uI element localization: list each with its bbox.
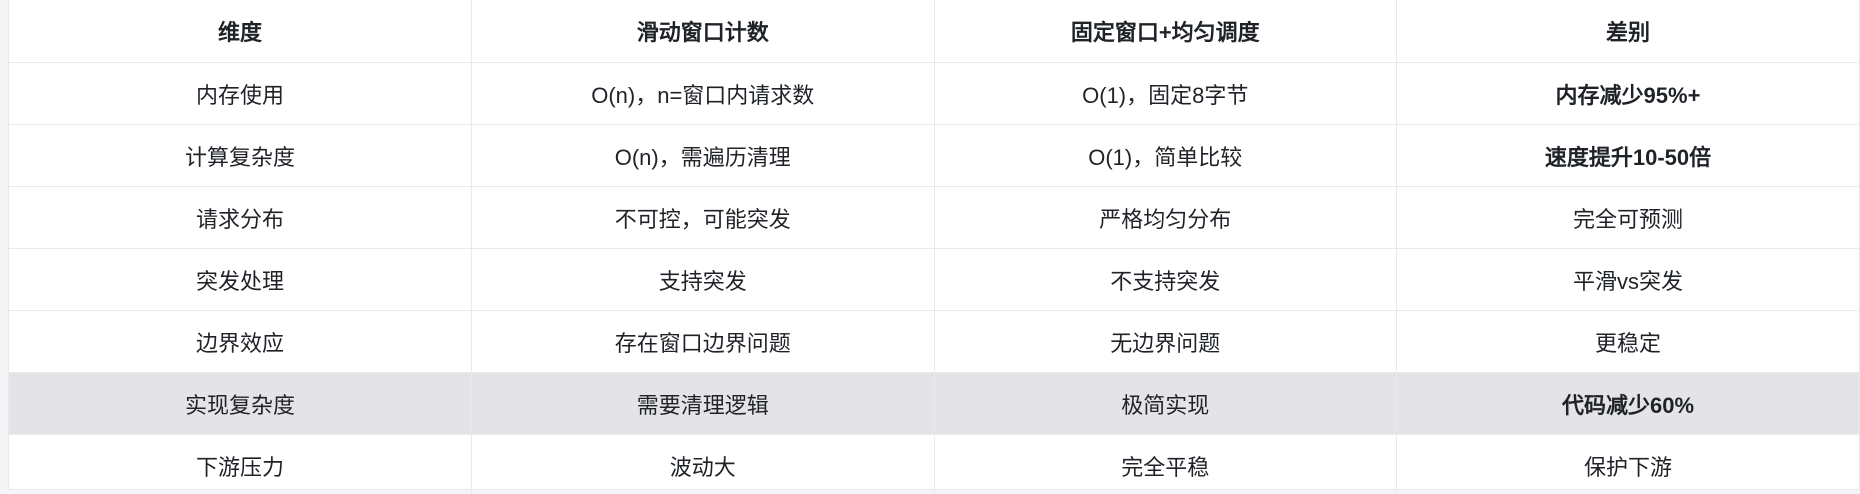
comparison-table: 维度 滑动窗口计数 固定窗口+均匀调度 差别 内存使用 O(n)，n=窗口内请求… (9, 0, 1859, 494)
cell-dimension: 请求分布 (9, 186, 472, 249)
cell-fixed-window: 完全平稳 (934, 434, 1397, 494)
cell-difference: 更稳定 (1396, 310, 1859, 373)
cell-difference: 保护下游 (1583, 454, 1672, 480)
cell-difference: 完全可预测 (1396, 186, 1859, 249)
cell-fixed-window: O(1)，固定8字节 (934, 62, 1397, 125)
cell-sliding-window: 需要清理逻辑 (471, 372, 935, 435)
table-row: 下游压力 波动大 完全平稳 保护下游 (9, 434, 1859, 494)
cell-fixed-window: O(1)，简单比较 (934, 124, 1397, 187)
table-row: 边界效应 存在窗口边界问题 无边界问题 更稳定 (9, 310, 1859, 373)
cell-difference: 速度提升10-50倍 (1396, 124, 1859, 187)
cell-dimension: 内存使用 (9, 62, 472, 125)
header-difference: 差别 (1396, 0, 1859, 63)
cell-sliding-window: 支持突发 (471, 248, 935, 311)
header-fixed-window: 固定窗口+均匀调度 (934, 0, 1397, 63)
cell-dimension: 下游压力 (9, 434, 472, 494)
cell-sliding-window: O(n)，n=窗口内请求数 (471, 62, 935, 125)
table-row: 内存使用 O(n)，n=窗口内请求数 O(1)，固定8字节 内存减少95%+ (9, 62, 1859, 125)
header-sliding-window: 滑动窗口计数 (471, 0, 935, 63)
table-header: 维度 滑动窗口计数 固定窗口+均匀调度 差别 (9, 0, 1859, 63)
cell-difference: 代码减少60% (1396, 372, 1859, 435)
table-row: 请求分布 不可控，可能突发 严格均匀分布 完全可预测 (9, 186, 1859, 249)
cell-difference: 平滑vs突发 (1396, 248, 1859, 311)
header-dimension: 维度 (9, 0, 472, 63)
cell-fixed-window: 无边界问题 (934, 310, 1397, 373)
cell-fixed-window: 严格均匀分布 (934, 186, 1397, 249)
cell-sliding-window: 存在窗口边界问题 (471, 310, 935, 373)
cell-dimension: 实现复杂度 (9, 372, 472, 435)
page-background: 维度 滑动窗口计数 固定窗口+均匀调度 差别 内存使用 O(n)，n=窗口内请求… (0, 0, 1860, 494)
table-header-row: 维度 滑动窗口计数 固定窗口+均匀调度 差别 (9, 0, 1859, 63)
table-body: 内存使用 O(n)，n=窗口内请求数 O(1)，固定8字节 内存减少95%+ 计… (9, 62, 1859, 494)
cell-sliding-window: O(n)，需遍历清理 (471, 124, 935, 187)
table-row: 计算复杂度 O(n)，需遍历清理 O(1)，简单比较 速度提升10-50倍 (9, 124, 1859, 187)
cell-difference: 内存减少95%+ (1396, 62, 1859, 125)
cell-sliding-window: 波动大 (471, 434, 935, 494)
cell-fixed-window: 不支持突发 (934, 248, 1397, 311)
cell-dimension: 计算复杂度 (9, 124, 472, 187)
table-row: 突发处理 支持突发 不支持突发 平滑vs突发 (9, 248, 1859, 311)
cell-sliding-window: 不可控，可能突发 (471, 186, 935, 249)
table-row-highlighted: 实现复杂度 需要清理逻辑 极简实现 代码减少60% (9, 372, 1859, 435)
cell-fixed-window: 极简实现 (934, 372, 1397, 435)
cell-dimension: 边界效应 (9, 310, 472, 373)
comparison-table-card: 维度 滑动窗口计数 固定窗口+均匀调度 差别 内存使用 O(n)，n=窗口内请求… (8, 0, 1860, 494)
cell-dimension: 突发处理 (9, 248, 472, 311)
